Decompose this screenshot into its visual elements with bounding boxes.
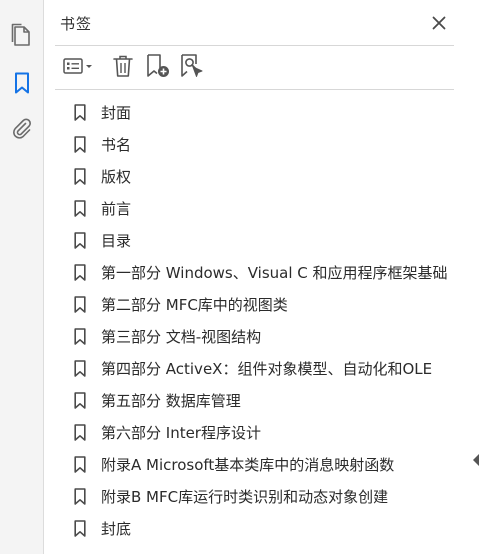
bookmark-label: 附录A Microsoft基本类库中的消息映射函数 bbox=[101, 455, 395, 474]
bookmark-icon bbox=[73, 423, 87, 441]
bookmark-item[interactable]: 目录 bbox=[73, 224, 473, 256]
bookmarks-button[interactable] bbox=[7, 70, 37, 100]
trash-icon bbox=[112, 54, 134, 82]
bookmarks-navigation-pane: 书签 封面 书名 版权 前言 目录 第一部分 Windows、Visual C … bbox=[0, 0, 480, 554]
bookmark-label: 前言 bbox=[101, 199, 132, 218]
bookmark-label: 封底 bbox=[101, 519, 132, 538]
bookmark-label: 第四部分 ActiveX：组件对象模型、自动化和OLE bbox=[101, 359, 433, 378]
bookmark-icon bbox=[73, 135, 87, 153]
bookmark-label: 书名 bbox=[101, 135, 132, 154]
panel-title: 书签 bbox=[60, 15, 93, 33]
navigation-rail bbox=[0, 0, 44, 554]
bookmark-item[interactable]: 第一部分 Windows、Visual C 和应用程序框架基础 bbox=[73, 256, 473, 288]
new-bookmark-button[interactable] bbox=[144, 54, 172, 82]
bookmark-label: 第六部分 Inter程序设计 bbox=[101, 423, 261, 442]
bookmark-item[interactable]: 第六部分 Inter程序设计 bbox=[73, 416, 473, 448]
bookmark-label: 第五部分 数据库管理 bbox=[101, 391, 241, 410]
bookmark-icon bbox=[73, 199, 87, 217]
bookmark-icon bbox=[73, 103, 87, 121]
bookmark-item[interactable]: 第二部分 MFC库中的视图类 bbox=[73, 288, 473, 320]
find-current-bookmark-button[interactable] bbox=[178, 54, 206, 82]
bookmark-icon bbox=[73, 263, 87, 281]
bookmark-item[interactable]: 封面 bbox=[73, 96, 473, 128]
new-bookmark-icon bbox=[145, 53, 171, 83]
bookmark-label: 附录B MFC库运行时类识别和动态对象创建 bbox=[101, 487, 389, 506]
bookmark-icon bbox=[73, 487, 87, 505]
attachments-button[interactable] bbox=[7, 115, 37, 145]
paperclip-icon bbox=[11, 117, 33, 143]
bookmark-label: 第二部分 MFC库中的视图类 bbox=[101, 295, 288, 314]
list-options-icon bbox=[62, 56, 94, 80]
bookmark-icon bbox=[73, 167, 87, 185]
delete-bookmark-button[interactable] bbox=[110, 54, 136, 82]
toolbar-divider bbox=[55, 89, 454, 90]
bookmarks-panel: 书签 封面 书名 版权 前言 目录 第一部分 Windows、Visual C … bbox=[44, 0, 480, 554]
bookmark-icon bbox=[73, 519, 87, 537]
collapse-arrow-icon bbox=[472, 452, 480, 471]
bookmark-list: 封面书名版权前言目录第一部分 Windows、Visual C 和应用程序框架基… bbox=[73, 96, 473, 544]
bookmark-icon bbox=[73, 455, 87, 473]
bookmark-item[interactable]: 附录B MFC库运行时类识别和动态对象创建 bbox=[73, 480, 473, 512]
bookmark-item[interactable]: 第四部分 ActiveX：组件对象模型、自动化和OLE bbox=[73, 352, 473, 384]
bookmark-label: 第一部分 Windows、Visual C 和应用程序框架基础 bbox=[101, 263, 448, 282]
bookmark-label: 版权 bbox=[101, 167, 132, 186]
bookmark-icon bbox=[73, 295, 87, 313]
collapse-pane-handle[interactable] bbox=[472, 452, 480, 470]
close-button[interactable] bbox=[428, 13, 450, 35]
bookmark-label: 目录 bbox=[101, 231, 132, 250]
bookmark-icon bbox=[14, 72, 30, 98]
close-icon bbox=[432, 15, 446, 34]
bookmark-icon bbox=[73, 231, 87, 249]
bookmark-item[interactable]: 附录A Microsoft基本类库中的消息映射函数 bbox=[73, 448, 473, 480]
bookmark-item[interactable]: 第三部分 文档-视图结构 bbox=[73, 320, 473, 352]
header-divider bbox=[55, 45, 454, 46]
bookmark-label: 第三部分 文档-视图结构 bbox=[101, 327, 262, 346]
find-bookmark-icon bbox=[179, 53, 205, 83]
options-menu-button[interactable] bbox=[58, 54, 98, 82]
page-thumbnails-button[interactable] bbox=[7, 22, 37, 52]
bookmark-item[interactable]: 书名 bbox=[73, 128, 473, 160]
pages-icon bbox=[11, 23, 33, 51]
bookmark-icon bbox=[73, 327, 87, 345]
bookmark-label: 封面 bbox=[101, 103, 132, 122]
bookmark-item[interactable]: 封底 bbox=[73, 512, 473, 544]
bookmark-item[interactable]: 第五部分 数据库管理 bbox=[73, 384, 473, 416]
bookmark-item[interactable]: 前言 bbox=[73, 192, 473, 224]
bookmark-item[interactable]: 版权 bbox=[73, 160, 473, 192]
bookmark-icon bbox=[73, 359, 87, 377]
bookmarks-toolbar bbox=[58, 54, 454, 82]
bookmark-icon bbox=[73, 391, 87, 409]
